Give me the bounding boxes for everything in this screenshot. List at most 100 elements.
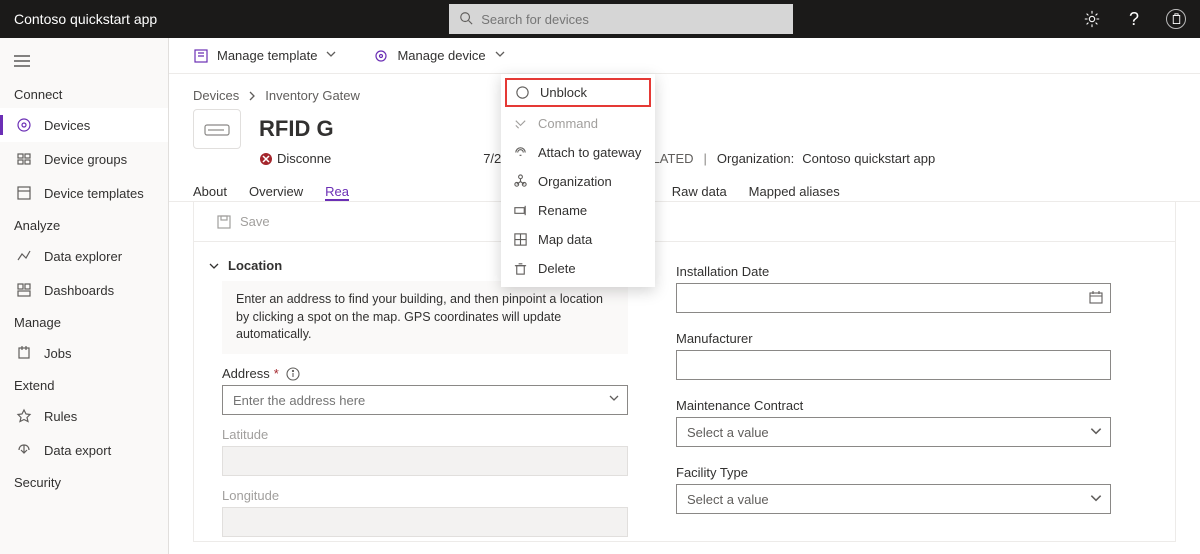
menu-label-attach: Attach to gateway: [538, 145, 641, 160]
manage-template-button[interactable]: Manage template: [193, 48, 337, 64]
sidebar-label-data-export: Data export: [44, 443, 111, 458]
hamburger-icon[interactable]: [0, 48, 168, 79]
sidebar-section-security: Security: [0, 467, 168, 496]
sidebar-label-dashboards: Dashboards: [44, 283, 114, 298]
breadcrumb-leaf[interactable]: Inventory Gatew: [265, 88, 360, 103]
device-name: RFID G: [259, 116, 334, 142]
menu-item-mapdata[interactable]: Map data: [501, 225, 655, 254]
dashboards-icon: [16, 282, 32, 298]
maint-contract-label: Maintenance Contract: [676, 392, 1111, 417]
manufacturer-label: Manufacturer: [676, 325, 1111, 350]
help-icon[interactable]: ?: [1124, 9, 1144, 29]
menu-label-rename: Rename: [538, 203, 587, 218]
account-icon[interactable]: [1166, 9, 1186, 29]
breadcrumb-root[interactable]: Devices: [193, 88, 239, 103]
tab-rea[interactable]: Rea: [325, 184, 349, 201]
device-status-line: Disconne 7/2022, 1:08:57 PM | SIMULATED …: [169, 149, 1200, 166]
menu-item-rename[interactable]: Rename: [501, 196, 655, 225]
menu-item-organization[interactable]: Organization: [501, 167, 655, 196]
chevron-right-icon: [247, 91, 257, 101]
sidebar-item-dashboards[interactable]: Dashboards: [0, 273, 168, 307]
info-icon[interactable]: [286, 366, 300, 381]
sidebar-item-data-explorer[interactable]: Data explorer: [0, 239, 168, 273]
rules-icon: [16, 408, 32, 424]
save-button[interactable]: Save: [216, 214, 270, 230]
tab-overview[interactable]: Overview: [249, 184, 303, 201]
sidebar-label-data-explorer: Data explorer: [44, 249, 122, 264]
sidebar-item-device-groups[interactable]: Device groups: [0, 142, 168, 176]
address-input[interactable]: [222, 385, 628, 415]
tab-rawdata[interactable]: Raw data: [672, 184, 727, 201]
command-bar: Manage template Manage device: [169, 38, 1200, 74]
menu-label-mapdata: Map data: [538, 232, 592, 247]
device-tabs: About Overview Rea Devices Commands Raw …: [169, 166, 1200, 202]
manage-template-label: Manage template: [217, 48, 317, 63]
menu-item-delete[interactable]: Delete: [501, 254, 655, 283]
latitude-label: Latitude: [204, 415, 628, 446]
search-icon: [459, 11, 473, 28]
search-box[interactable]: [449, 4, 793, 34]
sidebar-label-device-groups: Device groups: [44, 152, 127, 167]
sidebar-label-devices: Devices: [44, 118, 90, 133]
sidebar: Connect Devices Device groups Device tem…: [0, 38, 169, 554]
export-icon: [16, 442, 32, 458]
sidebar-section-manage: Manage: [0, 307, 168, 336]
sidebar-label-rules: Rules: [44, 409, 77, 424]
menu-label-delete: Delete: [538, 261, 576, 276]
manage-device-button[interactable]: Manage device: [373, 48, 505, 64]
installation-date-label: Installation Date: [676, 258, 1111, 283]
sidebar-label-jobs: Jobs: [44, 346, 71, 361]
sidebar-item-jobs[interactable]: Jobs: [0, 336, 168, 370]
sidebar-item-data-export[interactable]: Data export: [0, 433, 168, 467]
location-title: Location: [228, 258, 282, 273]
status-disconnected: Disconne: [259, 151, 331, 166]
menu-label-organization: Organization: [538, 174, 612, 189]
breadcrumb: Devices Inventory Gatew: [169, 74, 1200, 103]
maint-contract-select[interactable]: Select a value: [676, 417, 1111, 447]
jobs-icon: [16, 345, 32, 361]
installation-date-input[interactable]: [676, 283, 1111, 313]
longitude-label: Longitude: [204, 476, 628, 507]
address-label: Address*: [204, 354, 628, 386]
search-input[interactable]: [481, 12, 783, 27]
templates-icon: [16, 185, 32, 201]
chevron-down-icon[interactable]: [1089, 491, 1103, 508]
sidebar-item-device-templates[interactable]: Device templates: [0, 176, 168, 210]
facility-type-label: Facility Type: [676, 459, 1111, 484]
sidebar-section-analyze: Analyze: [0, 210, 168, 239]
chevron-down-icon: [325, 48, 337, 63]
sidebar-item-rules[interactable]: Rules: [0, 399, 168, 433]
manufacturer-input[interactable]: [676, 350, 1111, 380]
tab-mapped[interactable]: Mapped aliases: [749, 184, 840, 201]
status-org-value: Contoso quickstart app: [802, 151, 935, 166]
save-label: Save: [240, 214, 270, 229]
longitude-input: [222, 507, 628, 537]
location-hint: Enter an address to find your building, …: [222, 281, 628, 354]
sidebar-section-extend: Extend: [0, 370, 168, 399]
tab-pane: Save Location Enter an address to find y…: [193, 202, 1176, 542]
calendar-icon[interactable]: [1089, 290, 1103, 307]
menu-label-unblock: Unblock: [540, 85, 587, 100]
menu-label-command: Command: [538, 116, 598, 131]
sidebar-label-device-templates: Device templates: [44, 186, 144, 201]
device-groups-icon: [16, 151, 32, 167]
chevron-down-icon[interactable]: [608, 392, 620, 407]
facility-type-select[interactable]: Select a value: [676, 484, 1111, 514]
settings-icon[interactable]: [1082, 9, 1102, 29]
app-title: Contoso quickstart app: [14, 11, 157, 27]
menu-item-attach[interactable]: Attach to gateway: [501, 138, 655, 167]
manage-device-label: Manage device: [397, 48, 485, 63]
latitude-input: [222, 446, 628, 476]
tab-about[interactable]: About: [193, 184, 227, 201]
device-type-icon: [193, 109, 241, 149]
sidebar-item-devices[interactable]: Devices: [0, 108, 168, 142]
chevron-down-icon: [494, 48, 506, 63]
devices-icon: [16, 117, 32, 133]
chevron-down-icon[interactable]: [1089, 424, 1103, 441]
menu-item-command: Command: [501, 109, 655, 138]
manage-device-menu: Unblock Command Attach to gateway Organi…: [501, 74, 655, 287]
topbar: Contoso quickstart app ?: [0, 0, 1200, 38]
menu-item-unblock[interactable]: Unblock: [505, 78, 651, 107]
status-org-label: Organization:: [717, 151, 794, 166]
chevron-down-icon: [208, 260, 220, 272]
